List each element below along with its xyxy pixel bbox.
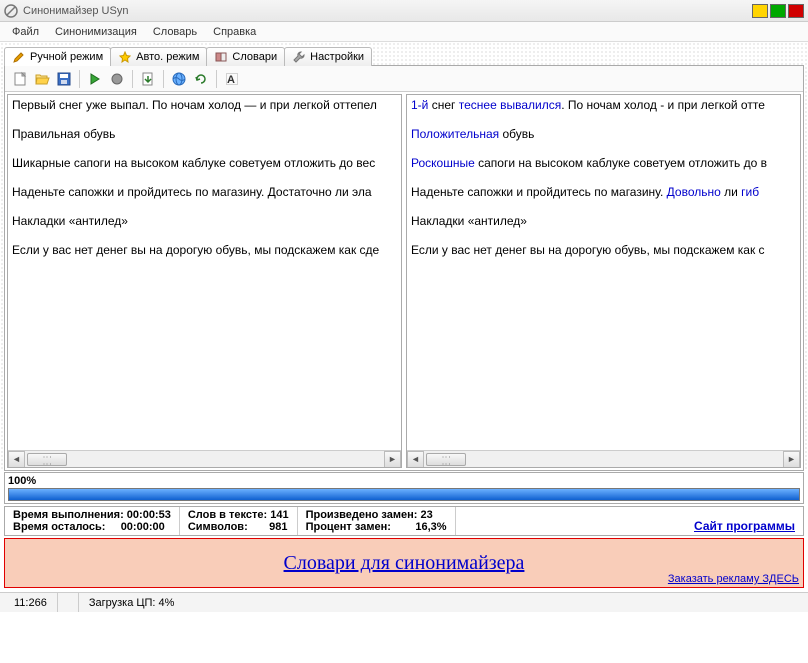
scroll-right-icon[interactable]: ► bbox=[384, 451, 401, 468]
source-text-pane[interactable]: Первый снег уже выпал. По ночам холод — … bbox=[7, 94, 402, 468]
progress-area: 100% bbox=[4, 472, 804, 504]
progress-bar bbox=[8, 488, 800, 501]
banner-order-link[interactable]: Заказать рекламу ЗДЕСЬ bbox=[668, 573, 799, 585]
src-line: Шикарные сапоги на высоком каблуке совет… bbox=[12, 156, 397, 170]
run-button[interactable] bbox=[85, 69, 105, 89]
font-button[interactable]: A bbox=[222, 69, 242, 89]
progress-label: 100% bbox=[8, 475, 36, 487]
source-hscroll[interactable]: ◄ ► bbox=[8, 450, 401, 467]
status-cpu: Загрузка ЦП: 4% bbox=[79, 593, 185, 612]
scroll-right-icon[interactable]: ► bbox=[783, 451, 800, 468]
status-position: 11:266 bbox=[4, 593, 58, 612]
res-line: Роскошные сапоги на высоком каблуке сове… bbox=[411, 156, 796, 170]
new-button[interactable] bbox=[10, 69, 30, 89]
scroll-thumb[interactable] bbox=[426, 453, 466, 466]
res-line: 1-й снег теснее вывалился. По ночам холо… bbox=[411, 98, 796, 112]
src-line: Если у вас нет денег вы на дорогую обувь… bbox=[12, 243, 397, 257]
export-button[interactable] bbox=[138, 69, 158, 89]
res-line: Если у вас нет денег вы на дорогую обувь… bbox=[411, 243, 796, 257]
menu-file[interactable]: Файл bbox=[4, 24, 47, 40]
res-line: Наденьте сапожки и пройдитесь по магазин… bbox=[411, 185, 796, 199]
tab-settings-label: Настройки bbox=[310, 51, 364, 63]
result-text-pane[interactable]: 1-й снег теснее вывалился. По ночам холо… bbox=[406, 94, 801, 468]
menu-help[interactable]: Справка bbox=[205, 24, 264, 40]
pencil-icon bbox=[12, 50, 26, 64]
stats-panel: Время выполнения: 00:00:53 Время осталос… bbox=[4, 506, 804, 536]
scroll-left-icon[interactable]: ◄ bbox=[407, 451, 424, 468]
titlebar: Синонимайзер USyn bbox=[0, 0, 808, 22]
maximize-button[interactable] bbox=[770, 4, 786, 18]
tab-dictionaries[interactable]: Словари bbox=[206, 47, 285, 66]
ad-banner: Словари для синонимайзера Заказать рекла… bbox=[4, 538, 804, 588]
menu-synonymize[interactable]: Синонимизация bbox=[47, 24, 145, 40]
tab-settings[interactable]: Настройки bbox=[284, 47, 372, 66]
toolbar: A bbox=[5, 66, 803, 92]
src-line: Первый снег уже выпал. По ночам холод — … bbox=[12, 98, 397, 112]
globe-button[interactable] bbox=[169, 69, 189, 89]
tab-manual[interactable]: Ручной режим bbox=[4, 47, 111, 66]
src-line: Наденьте сапожки и пройдитесь по магазин… bbox=[12, 185, 397, 199]
tab-manual-label: Ручной режим bbox=[30, 51, 103, 63]
tab-bar: Ручной режим Авто. режим Словари Настрой… bbox=[4, 46, 804, 65]
stop-button[interactable] bbox=[107, 69, 127, 89]
window-title: Синонимайзер USyn bbox=[23, 5, 752, 17]
minimize-button[interactable] bbox=[752, 4, 768, 18]
app-icon bbox=[4, 4, 18, 18]
book-icon bbox=[214, 50, 228, 64]
res-line: Положительная обувь bbox=[411, 127, 796, 141]
tab-dicts-label: Словари bbox=[232, 51, 277, 63]
refresh-button[interactable] bbox=[191, 69, 211, 89]
res-line: Накладки «антилед» bbox=[411, 214, 796, 228]
save-button[interactable] bbox=[54, 69, 74, 89]
tab-auto-label: Авто. режим bbox=[136, 51, 199, 63]
open-button[interactable] bbox=[32, 69, 52, 89]
menubar: Файл Синонимизация Словарь Справка bbox=[0, 22, 808, 42]
scroll-thumb[interactable] bbox=[27, 453, 67, 466]
star-icon bbox=[118, 50, 132, 64]
close-button[interactable] bbox=[788, 4, 804, 18]
tab-auto[interactable]: Авто. режим bbox=[110, 47, 207, 66]
menu-dictionary[interactable]: Словарь bbox=[145, 24, 205, 40]
scroll-left-icon[interactable]: ◄ bbox=[8, 451, 25, 468]
wrench-icon bbox=[292, 50, 306, 64]
src-line: Накладки «антилед» bbox=[12, 214, 397, 228]
banner-main-link[interactable]: Словари для синонимайзера bbox=[284, 552, 525, 575]
site-link[interactable]: Сайт программы bbox=[694, 519, 795, 533]
src-line: Правильная обувь bbox=[12, 127, 397, 141]
result-hscroll[interactable]: ◄ ► bbox=[407, 450, 800, 467]
statusbar: 11:266 Загрузка ЦП: 4% bbox=[0, 592, 808, 612]
